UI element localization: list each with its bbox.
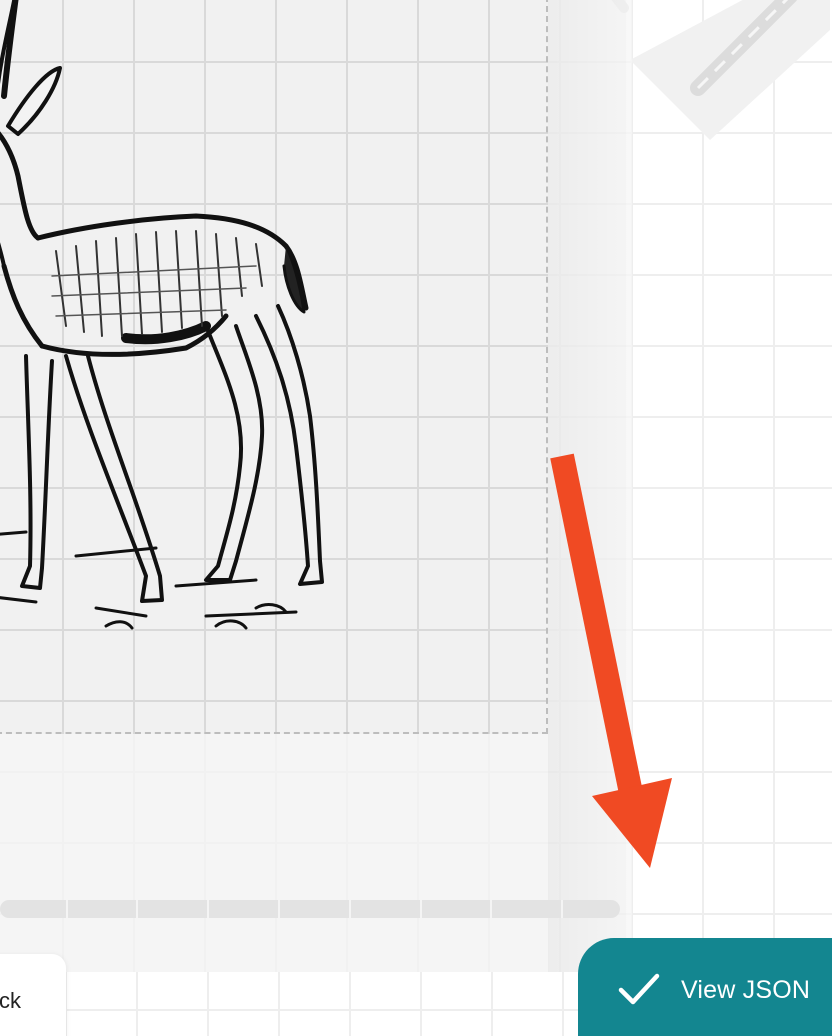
antelope-illustration bbox=[0, 0, 324, 630]
view-json-button[interactable]: View JSON bbox=[578, 938, 832, 1036]
check-icon bbox=[618, 973, 660, 1005]
footer-bar bbox=[66, 972, 586, 1036]
view-json-label: View JSON bbox=[681, 976, 811, 1004]
image-panel bbox=[0, 0, 632, 972]
back-button-label: ck bbox=[0, 988, 21, 1013]
image-drop-frame[interactable] bbox=[0, 0, 548, 734]
editor-stage: ck View JSON bbox=[0, 0, 832, 1036]
back-button[interactable]: ck bbox=[0, 954, 66, 1036]
horizontal-scrollbar[interactable] bbox=[0, 900, 620, 918]
red-arrow-icon bbox=[550, 453, 672, 868]
